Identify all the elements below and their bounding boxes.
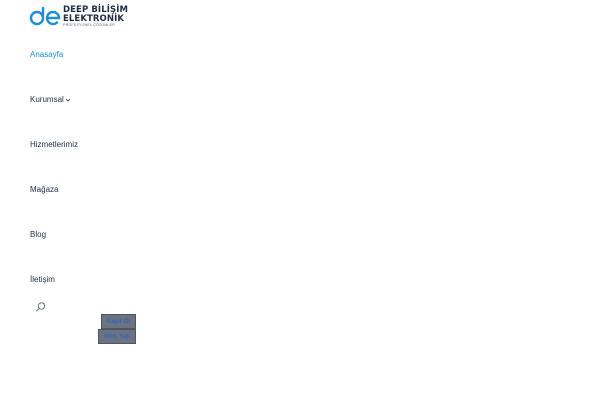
logo-title-line2: ELEKTRONİK	[63, 13, 125, 24]
nav-item-label: Kurumsal	[30, 95, 64, 104]
site-logo[interactable]: DEEP BİLİŞİM ELEKTRONİK PROFESYONEL ÇÖZÜ…	[29, 5, 139, 29]
login-button[interactable]: Giriş Yap	[98, 329, 136, 344]
register-button[interactable]: Kayıt Ol	[101, 314, 136, 329]
nav-item-magaza[interactable]: Mağaza	[30, 185, 58, 194]
logo-tagline: PROFESYONEL ÇÖZÜMLER	[63, 23, 115, 28]
nav-item-kurumsal[interactable]: Kurumsal	[30, 95, 71, 104]
search-button[interactable]	[35, 300, 47, 312]
nav-item-iletisim[interactable]: İletişim	[30, 275, 55, 284]
nav-item-anasayfa[interactable]: Anasayfa	[30, 50, 63, 59]
nav-item-hizmetlerimiz[interactable]: Hizmetlerimiz	[30, 140, 78, 149]
nav-item-blog[interactable]: Blog	[30, 230, 46, 239]
logo-text: DEEP BİLİŞİM ELEKTRONİK PROFESYONEL ÇÖZÜ…	[63, 6, 128, 28]
search-icon	[36, 302, 46, 312]
page: DEEP BİLİŞİM ELEKTRONİK PROFESYONEL ÇÖZÜ…	[0, 0, 600, 400]
chevron-down-icon	[65, 98, 71, 102]
de-monogram-logo-icon	[29, 7, 61, 26]
